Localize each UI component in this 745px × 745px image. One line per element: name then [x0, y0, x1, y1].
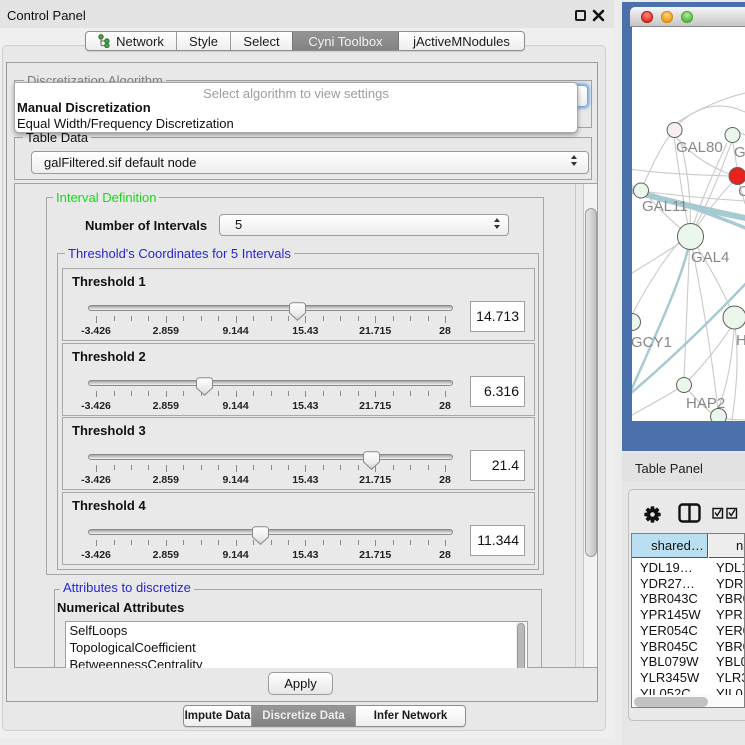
svg-text:HAP2: HAP2: [686, 395, 725, 412]
svg-text:HA: HA: [736, 332, 745, 349]
svg-text:GAL80: GAL80: [676, 139, 723, 156]
svg-text:GAL1: GAL1: [734, 144, 745, 161]
svg-text:GCY1: GCY1: [632, 334, 672, 351]
svg-text:GAL11: GAL11: [642, 198, 688, 215]
svg-text:GAL4: GAL4: [691, 249, 729, 266]
svg-text:CRP: CRP: [738, 183, 745, 200]
